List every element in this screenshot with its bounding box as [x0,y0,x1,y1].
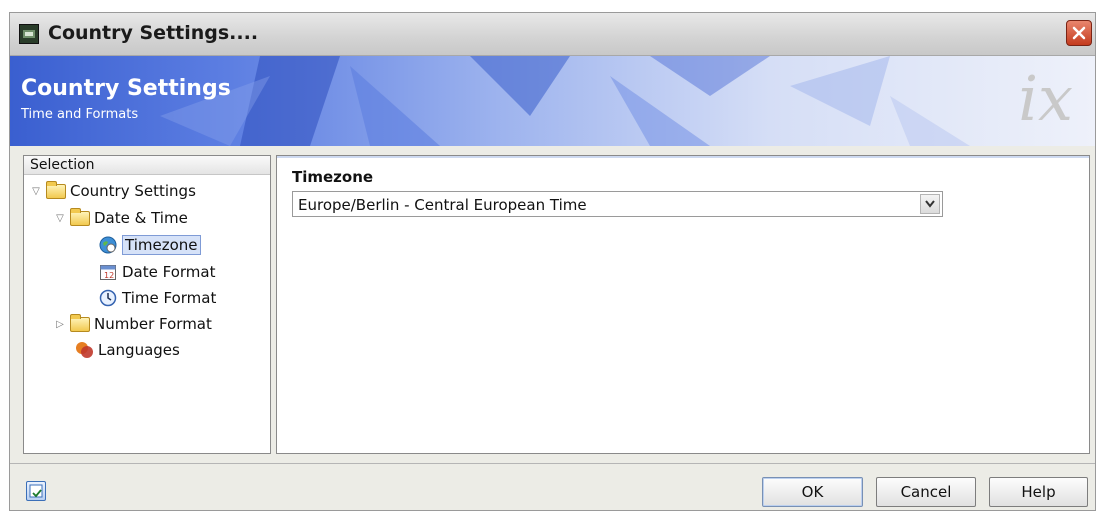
folder-icon [70,207,90,226]
panel-top-border [277,156,1089,158]
chevron-down-icon [925,200,935,208]
folder-icon [70,313,90,332]
title-bar[interactable]: Country Settings.... [10,13,1095,56]
dialog-window: Country Settings.... Country Settings Ti… [9,12,1096,511]
header-banner: Country Settings Time and Formats ix [10,56,1095,146]
timezone-select[interactable]: Europe/Berlin - Central European Time [292,191,943,217]
folder-icon [46,180,66,199]
footer-divider [10,463,1095,464]
close-button[interactable] [1066,20,1092,46]
tree-item-label: Number Format [94,315,212,333]
app-icon [19,24,39,44]
calendar-icon: 12 [98,262,118,282]
banner-title: Country Settings [21,76,231,101]
window-title: Country Settings.... [48,22,259,44]
info-icon[interactable] [26,481,46,501]
tree-item-date-time[interactable]: ▽ Date & Time [54,207,188,229]
banner-decoration [160,56,970,146]
brand-logo: ix [1018,62,1073,135]
close-icon [1072,26,1086,40]
tree-item-label: Date Format [122,263,216,281]
dropdown-button[interactable] [920,194,940,214]
tree-item-label: Country Settings [70,182,196,200]
globe-icon [98,235,118,255]
languages-icon [74,340,94,360]
tree-item-label: Time Format [122,289,217,307]
banner-subtitle: Time and Formats [21,107,139,122]
timezone-select-value: Europe/Berlin - Central European Time [298,196,587,214]
selection-tree-panel: Selection ▽ Country Settings ▽ Date & Ti… [23,155,271,454]
tree-item-timezone[interactable]: Timezone [98,234,201,256]
cancel-button[interactable]: Cancel [876,477,976,507]
clock-icon [98,288,118,308]
timezone-panel: Timezone Europe/Berlin - Central Europea… [276,155,1090,454]
timezone-label: Timezone [292,168,374,186]
collapse-arrow-icon[interactable]: ▽ [54,213,66,224]
tree-item-label: Timezone [122,235,201,255]
tree-item-time-format[interactable]: Time Format [98,287,216,309]
expand-arrow-icon[interactable]: ▷ [54,319,66,330]
tree-item-label: Date & Time [94,209,188,227]
help-button[interactable]: Help [989,477,1088,507]
tree-item-label: Languages [98,341,180,359]
tree-item-languages[interactable]: Languages [74,339,180,361]
tree-item-date-format[interactable]: 12 Date Format [98,261,215,283]
svg-text:12: 12 [104,271,114,280]
collapse-arrow-icon[interactable]: ▽ [30,186,42,197]
tree-item-country-settings[interactable]: ▽ Country Settings [30,180,196,202]
tree-header: Selection [24,156,270,175]
tree-item-number-format[interactable]: ▷ Number Format [54,313,212,335]
ok-button[interactable]: OK [762,477,863,507]
